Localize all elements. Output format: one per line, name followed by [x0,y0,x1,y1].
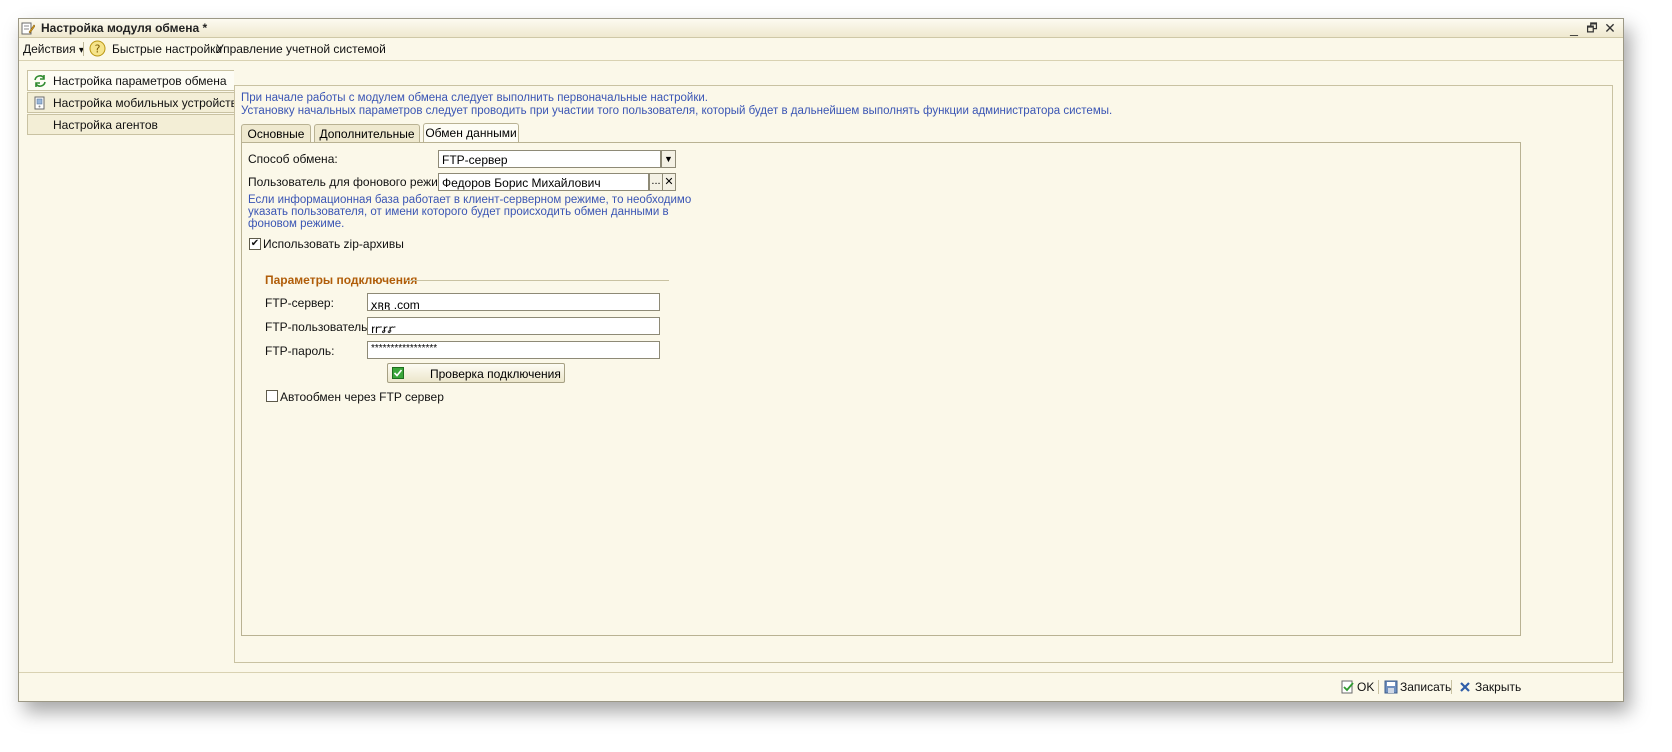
mobile-device-icon [34,96,45,110]
ok-button[interactable]: OK [1357,680,1374,694]
toolbar-separator [1378,680,1379,694]
save-icon [1384,680,1398,694]
close-button[interactable]: Закрыть [1475,680,1521,694]
info-line-1: При начале работы с модулем обмена следу… [241,92,709,104]
tab-label: Обмен данными [425,126,517,140]
tab-label: Основные [247,127,305,141]
command-bar: Действия ▾ ? Быстрые настройки Управлени… [19,38,1623,61]
bg-user-select-button[interactable]: ... [649,173,663,191]
check-icon [392,367,404,379]
close-window-button[interactable]: ✕ [1601,19,1619,37]
ftp-server-label: FTP-сервер: [265,296,334,310]
help-icon[interactable]: ? [89,40,106,57]
exchange-method-label: Способ обмена: [248,152,338,166]
settings-navigation: Настройка параметров обмена Настройка мо… [27,70,238,136]
hint-line-2: указать пользователя, от имени которого … [248,206,669,218]
bottom-command-bar: OK Записать Закрыть [19,672,1623,701]
quick-settings-button[interactable]: Быстрые настройки [112,42,222,56]
account-management-button[interactable]: Управление учетной системой [216,42,386,56]
tab-main[interactable]: Основные [241,124,311,143]
info-line-2: Установку начальных параметров следует п… [241,105,1113,117]
bg-user-field[interactable]: Федоров Борис Михайлович [438,173,649,191]
restore-button[interactable]: 🗗 [1583,19,1601,37]
nav-item-label: Настройка параметров обмена [53,74,227,88]
menu-separator [83,42,84,56]
ok-document-icon [1341,680,1354,694]
nav-item-mobile-devices[interactable]: Настройка мобильных устройств [27,92,238,113]
exchange-module-settings-window: Настройка модуля обмена * _ 🗗 ✕ Действия… [18,18,1624,702]
save-button[interactable]: Записать [1400,680,1451,694]
svg-text:?: ? [95,43,101,56]
bg-user-clear-button[interactable]: ✕ [662,173,676,191]
hint-line-1: Если информационная база работает в клие… [248,194,692,206]
nav-item-agents[interactable]: Настройка агентов [27,114,234,135]
auto-exchange-checkbox[interactable] [266,390,278,402]
tab-label: Дополнительные [319,127,415,141]
minimize-button[interactable]: _ [1565,19,1583,37]
connection-params-group-title: Параметры подключения [265,273,418,287]
check-connection-label: Проверка подключения [430,367,561,381]
close-icon [1460,682,1470,692]
use-zip-checkbox[interactable]: ✔ [249,238,261,250]
window-title: Настройка модуля обмена * [41,21,208,35]
title-bar: Настройка модуля обмена * _ 🗗 ✕ [19,19,1623,38]
tab-page-data-exchange: Способ обмена: FTP-сервер ▼ Пользователь… [241,142,1521,636]
tab-data-exchange[interactable]: Обмен данными [423,123,519,143]
ftp-user-input[interactable]: ꭇꭈꭉꭊ [367,317,660,335]
exchange-method-dropdown-button[interactable]: ▼ [661,150,676,168]
toolbar-separator [1451,680,1452,694]
actions-menu-label: Действия [23,42,76,56]
ftp-password-label: FTP-пароль: [265,344,335,358]
nav-item-exchange-params[interactable]: Настройка параметров обмена [27,70,234,91]
ftp-user-label: FTP-пользователь: [265,320,371,334]
actions-menu[interactable]: Действия ▾ [23,42,84,56]
exchange-method-select[interactable]: FTP-сервер [438,150,661,168]
bg-user-hint: Если информационная база работает в клие… [248,194,691,230]
auto-exchange-label: Автообмен через FTP сервер [280,390,444,404]
group-divider [406,280,669,281]
nav-item-label: Настройка мобильных устройств [53,96,238,110]
form-edit-icon [21,22,35,35]
nav-item-label: Настройка агентов [53,118,158,132]
use-zip-label: Использовать zip-архивы [263,237,404,251]
ftp-server-input[interactable]: ꭗꭆꭆ .com [367,293,660,311]
tab-additional[interactable]: Дополнительные [314,124,420,143]
bg-user-label: Пользователь для фонового режима: [248,175,457,189]
ftp-password-input[interactable]: ***************** [367,341,660,359]
info-text: При начале работы с модулем обмена следу… [241,92,1112,118]
check-connection-button[interactable]: Проверка подключения [387,363,565,383]
hint-line-3: фоновом режиме. [248,218,345,230]
refresh-icon [34,75,46,87]
chevron-down-icon: ▼ [664,154,673,164]
